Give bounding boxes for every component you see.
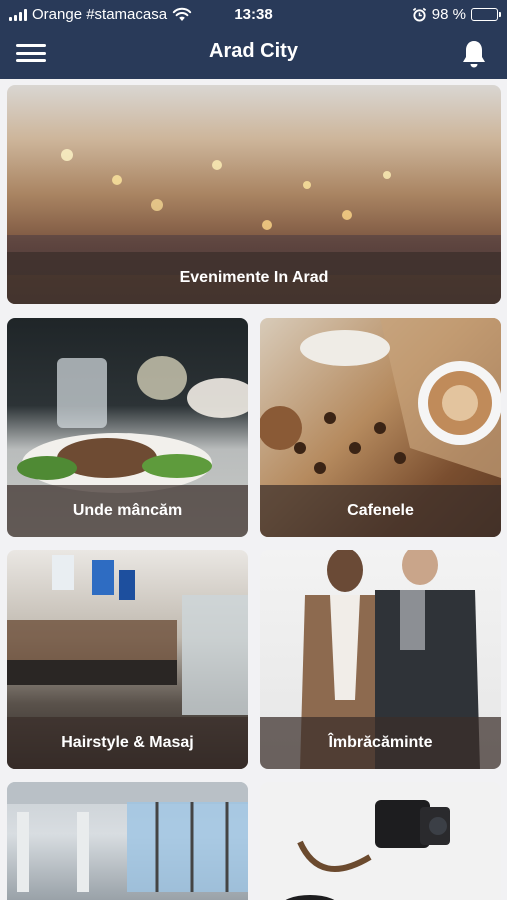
bell-icon: [463, 41, 485, 68]
app-header: Orange #stamacasa 13:38 98 % Arad City: [0, 0, 507, 79]
category-label: Cafenele: [260, 485, 501, 537]
photo-image: [260, 782, 501, 900]
category-card-hairstyle[interactable]: Hairstyle & Masaj: [7, 550, 248, 769]
category-card-gym[interactable]: [7, 782, 248, 900]
notifications-button[interactable]: [461, 39, 487, 69]
category-label: Evenimente In Arad: [7, 252, 501, 304]
battery-percent: 98 %: [431, 6, 466, 23]
category-card-clothing[interactable]: Îmbrăcăminte: [260, 550, 501, 769]
status-bar: Orange #stamacasa 13:38 98 %: [0, 0, 507, 30]
category-label: Îmbrăcăminte: [260, 717, 501, 769]
category-card-photo[interactable]: [260, 782, 501, 900]
category-card-food[interactable]: Unde mâncăm: [7, 318, 248, 537]
category-card-cafes[interactable]: Cafenele: [260, 318, 501, 537]
category-label: Unde mâncăm: [7, 485, 248, 537]
battery-icon: [471, 8, 501, 21]
alarm-clock-icon: [412, 7, 426, 22]
category-card-events[interactable]: Evenimente In Arad: [7, 85, 501, 304]
page-title: Arad City: [209, 40, 298, 62]
gym-image: [7, 782, 248, 900]
status-right: 98 %: [412, 6, 501, 23]
category-label: Hairstyle & Masaj: [7, 717, 248, 769]
